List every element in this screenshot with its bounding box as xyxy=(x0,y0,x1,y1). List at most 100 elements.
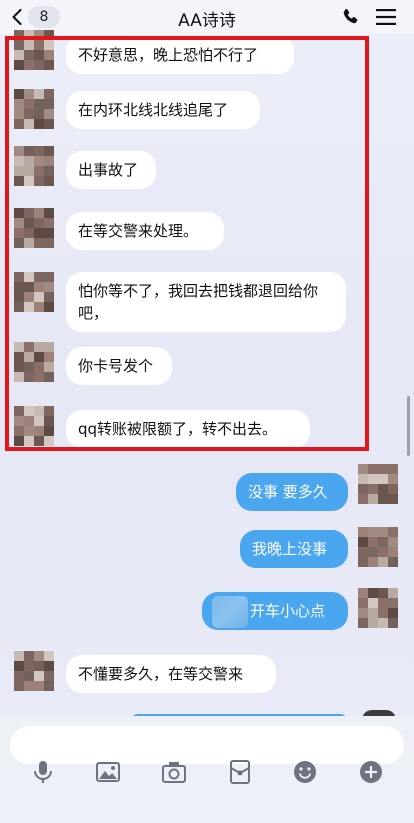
avatar-pixel xyxy=(34,282,44,292)
avatar-pixel xyxy=(24,238,34,248)
avatar-pixel xyxy=(378,588,388,598)
avatar-pixel xyxy=(44,342,54,352)
message-bubble[interactable]: 我晚上没事 xyxy=(240,530,348,568)
avatar-pixel xyxy=(14,406,24,416)
avatar-pixel xyxy=(44,282,54,292)
avatar-pixel xyxy=(34,352,44,362)
message-bubble[interactable]: 没事 要多久 xyxy=(236,473,348,511)
avatar-pixel xyxy=(24,30,34,40)
avatar-pixel xyxy=(378,598,388,608)
more-button[interactable] xyxy=(358,759,384,785)
avatar-pixel xyxy=(44,416,54,426)
avatar-pixel xyxy=(24,342,34,352)
contact-avatar[interactable] xyxy=(14,651,54,691)
avatar-pixel xyxy=(388,547,398,557)
avatar-pixel xyxy=(44,661,54,671)
avatar-pixel xyxy=(34,681,44,691)
contact-avatar[interactable] xyxy=(14,30,54,70)
avatar-pixel xyxy=(44,651,54,661)
message-bubble[interactable]: qq转账被限额了，转不出去。 xyxy=(66,410,310,448)
avatar-pixel xyxy=(358,494,368,504)
avatar-pixel xyxy=(44,681,54,691)
image-button[interactable] xyxy=(95,759,121,785)
avatar-pixel xyxy=(34,436,44,446)
avatar-pixel xyxy=(34,372,44,382)
my-avatar[interactable] xyxy=(358,527,398,567)
red-packet-icon xyxy=(230,760,250,784)
message-bubble[interactable]: 出事故了 xyxy=(66,151,156,189)
avatar-pixel xyxy=(44,272,54,282)
emoji-button[interactable] xyxy=(292,759,318,785)
avatar-pixel xyxy=(34,89,44,99)
message-bubble[interactable]: 不懂要多久，在等交警来 xyxy=(66,655,276,693)
avatar-pixel xyxy=(34,109,44,119)
avatar-pixel xyxy=(14,40,24,50)
avatar-pixel xyxy=(388,608,398,618)
microphone-icon xyxy=(34,761,52,783)
contact-avatar[interactable] xyxy=(14,208,54,248)
red-packet-button[interactable] xyxy=(227,759,253,785)
avatar-pixel xyxy=(14,146,24,156)
scrollbar[interactable] xyxy=(407,396,410,456)
avatar-pixel xyxy=(368,618,378,628)
avatar-pixel xyxy=(378,474,388,484)
avatar-pixel xyxy=(358,464,368,474)
avatar-pixel xyxy=(34,208,44,218)
avatar-pixel xyxy=(44,176,54,186)
avatar-pixel xyxy=(34,228,44,238)
message-bubble[interactable]: 在等交警来处理。 xyxy=(66,212,224,250)
message-bubble[interactable]: 你卡号发个 xyxy=(66,347,172,385)
my-avatar[interactable] xyxy=(358,464,398,504)
avatar-pixel xyxy=(44,60,54,70)
avatar-pixel xyxy=(44,436,54,446)
avatar-pixel xyxy=(24,176,34,186)
avatar-pixel xyxy=(14,218,24,228)
menu-icon[interactable] xyxy=(375,8,397,26)
avatar-pixel xyxy=(368,557,378,567)
avatar-pixel xyxy=(358,588,368,598)
message-input[interactable] xyxy=(10,726,404,764)
avatar-pixel xyxy=(378,484,388,494)
contact-avatar[interactable] xyxy=(14,89,54,129)
avatar-pixel xyxy=(34,342,44,352)
avatar-pixel xyxy=(14,60,24,70)
avatar-pixel xyxy=(368,598,378,608)
avatar-pixel xyxy=(358,527,368,537)
avatar-pixel xyxy=(34,99,44,109)
avatar-pixel xyxy=(44,50,54,60)
phone-icon[interactable] xyxy=(340,7,360,27)
avatar-pixel xyxy=(14,416,24,426)
contact-avatar[interactable] xyxy=(14,146,54,186)
avatar-pixel xyxy=(24,681,34,691)
avatar-pixel xyxy=(24,99,34,109)
camera-button[interactable] xyxy=(161,759,187,785)
avatar-pixel xyxy=(368,464,378,474)
avatar-pixel xyxy=(44,302,54,312)
avatar-pixel xyxy=(14,228,24,238)
avatar-pixel xyxy=(24,671,34,681)
avatar-pixel xyxy=(24,362,34,372)
avatar-pixel xyxy=(388,527,398,537)
contact-avatar[interactable] xyxy=(14,406,54,446)
contact-avatar[interactable] xyxy=(14,272,54,312)
avatar-pixel xyxy=(44,146,54,156)
message-bubble[interactable]: 不好意思，晚上恐怕不行了 xyxy=(66,36,294,74)
avatar-pixel xyxy=(44,156,54,166)
contact-avatar[interactable] xyxy=(14,342,54,382)
avatar-pixel xyxy=(24,282,34,292)
my-avatar[interactable] xyxy=(358,588,398,628)
avatar-pixel xyxy=(24,109,34,119)
emoji-icon xyxy=(294,761,316,783)
avatar-pixel xyxy=(24,651,34,661)
avatar-pixel xyxy=(44,99,54,109)
avatar-pixel xyxy=(358,474,368,484)
avatar-pixel xyxy=(368,588,378,598)
avatar-pixel xyxy=(14,661,24,671)
avatar-pixel xyxy=(388,474,398,484)
avatar-pixel xyxy=(24,119,34,129)
message-bubble[interactable]: 怕你等不了，我回去把钱都退回给你吧， xyxy=(66,272,346,332)
microphone-button[interactable] xyxy=(30,759,56,785)
avatar-pixel xyxy=(388,588,398,598)
image-icon xyxy=(96,762,120,782)
message-bubble[interactable]: 在内环北线北线追尾了 xyxy=(66,91,260,129)
